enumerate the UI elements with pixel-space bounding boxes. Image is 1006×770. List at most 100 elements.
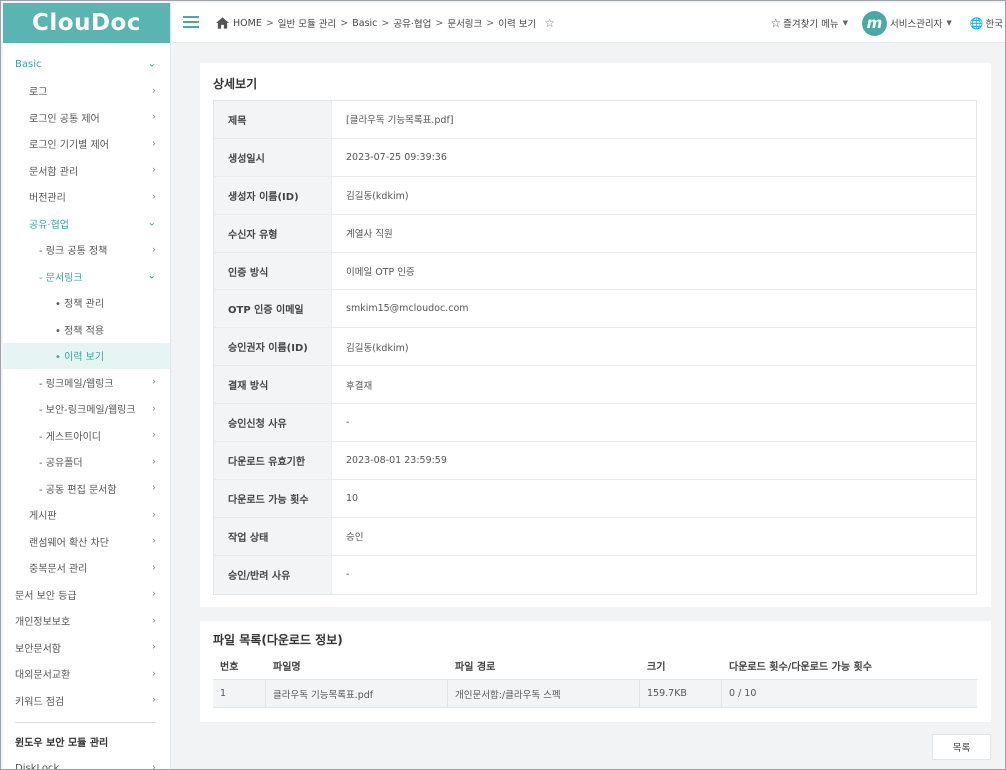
favorites-menu[interactable]: ☆ 즐겨찾기 메뉴 ▼ <box>770 16 848 30</box>
sidebar-item[interactable]: - 링크메일/웹링크 › <box>3 369 170 396</box>
list-button[interactable]: 목록 <box>932 734 991 760</box>
star-outline-icon: ☆ <box>770 16 782 30</box>
sidebar-item[interactable]: 랜섬웨어 확산 차단 › <box>3 528 170 555</box>
sidebar-item-label: - 공동 편집 문서함 <box>39 484 117 496</box>
sidebar-item[interactable]: - 문서링크 ⌄ <box>3 263 170 290</box>
table-cell: 클라우독 기능목록표.pdf <box>266 680 448 707</box>
sidebar-item[interactable]: Basic ⌄ <box>3 51 170 78</box>
home-icon[interactable] <box>216 17 229 29</box>
sidebar-item[interactable]: 로그인 기기별 제어 › <box>3 131 170 158</box>
chevron-right-icon: › <box>152 509 156 521</box>
detail-label: 생성자 이름(ID) <box>214 176 332 214</box>
sidebar-item-label: 중복문서 관리 <box>29 564 88 576</box>
sidebar-item-label: 문서함 관리 <box>29 166 79 178</box>
chevron-right-icon: › <box>152 482 156 494</box>
sidebar-item[interactable]: 중복문서 관리 › <box>3 555 170 582</box>
detail-label: 다운로드 유효기한 <box>214 442 332 479</box>
caret-down-icon: ▼ <box>842 19 848 27</box>
sidebar-item[interactable]: 버전관리 › <box>3 184 170 211</box>
sidebar-item[interactable]: 문서함 관리 › <box>3 157 170 184</box>
sidebar-item[interactable]: 문서 보안 등급 › <box>3 581 170 608</box>
chevron-right-icon: › <box>152 762 156 769</box>
sidebar-divider <box>15 721 156 723</box>
detail-row: 수신자 유형 계열사 직원 <box>214 214 976 253</box>
sidebar-item[interactable]: 보안문서함 › <box>3 634 170 661</box>
breadcrumb-item[interactable]: 일반 모듈 관리 <box>278 16 336 30</box>
chevron-right-icon: › <box>152 535 156 547</box>
sidebar-item[interactable]: DiskLock › <box>3 755 170 769</box>
sidebar-item-label: 랜섬웨어 확산 차단 <box>29 537 109 549</box>
sidebar-menu: Basic ⌄ 로그 › 로그인 공통 제어 › 로그인 기기별 제어 › 문서함 관리 › 버전관… <box>3 43 170 769</box>
files-table-header: 번호 파일명 파일 경로 크기 다운로드 횟수/다운로드 가능 횟수 <box>213 651 977 680</box>
detail-label: 승인/반려 사유 <box>214 555 332 594</box>
sidebar-item[interactable]: 대외문서교환 › <box>3 661 170 688</box>
sidebar-item-label: 대외문서교환 <box>15 670 71 682</box>
sidebar-item[interactable]: 공유·협업 ⌄ <box>3 210 170 237</box>
chevron-right-icon: › <box>152 85 156 97</box>
sidebar-item-label: - 보안-링크메일/웹링크 <box>39 405 136 417</box>
chevron-down-icon: ⌄ <box>147 58 156 70</box>
detail-value: 2023-08-01 23:59:59 <box>346 454 447 466</box>
language-label: 한국 <box>985 19 1003 30</box>
app-frame: ClouDoc Basic ⌄ 로그 › 로그인 공통 제어 › 로그인 기기별 제어 › 문서… <box>0 0 1006 770</box>
sidebar-section-title: 윈도우 보안 모듈 관리 <box>15 738 109 750</box>
detail-value: 김길동(kdkim) <box>346 191 409 203</box>
column-header: 다운로드 횟수/다운로드 가능 횟수 <box>729 661 872 673</box>
sidebar-item[interactable]: 키워드 점검 › <box>3 687 170 714</box>
detail-row: 생성일시 2023-07-25 09:39:36 <box>214 138 976 177</box>
sidebar-item[interactable]: - 보안-링크메일/웹링크 › <box>3 396 170 423</box>
sidebar-item-label: - 링크 공통 정책 <box>39 246 108 258</box>
sidebar-item[interactable]: • 이력 보기 <box>3 342 170 369</box>
files-panel: 파일 목록(다운로드 정보) 번호 파일명 파일 경로 크기 다운로드 횟수/다운로드 … <box>200 621 991 722</box>
sidebar-item[interactable]: - 게스트아이디 › <box>3 422 170 449</box>
language-selector[interactable]: 🌐 한국 <box>970 16 1003 31</box>
sidebar-item[interactable]: 게시판 › <box>3 502 170 529</box>
favorites-label: 즐겨찾기 메뉴 <box>783 19 839 30</box>
detail-value: - <box>346 569 350 581</box>
bookmark-star-icon[interactable]: ☆ <box>544 16 555 30</box>
sidebar-item[interactable]: 로그인 공통 제어 › <box>3 104 170 131</box>
sidebar-item-label: - 게스트아이디 <box>39 431 101 443</box>
sidebar-item-label: 게시판 <box>29 511 57 523</box>
breadcrumb-item[interactable]: HOME <box>233 18 262 29</box>
sidebar-item[interactable]: 개인정보보호 › <box>3 608 170 635</box>
detail-label: 작업 상태 <box>214 517 332 555</box>
user-menu[interactable]: m 서비스관리자 ▼ <box>861 10 952 36</box>
breadcrumb-item[interactable]: Basic <box>352 18 377 29</box>
app-logo[interactable]: ClouDoc <box>3 3 170 43</box>
avatar: m <box>861 10 887 36</box>
detail-value: 10 <box>346 492 359 504</box>
detail-row: 인증 방식 이메일 OTP 인증 <box>214 252 976 291</box>
breadcrumb-item[interactable]: 문서링크 <box>447 16 482 30</box>
detail-value: 이메일 OTP 인증 <box>346 267 415 278</box>
detail-value: smkim15@mcloudoc.com <box>346 303 469 315</box>
sidebar-item-label: • 정책 관리 <box>55 299 105 311</box>
breadcrumb: HOME > 일반 모듈 관리 > Basic > 공유·협업 > 문서링크 > 이력 보기 ☆ <box>216 3 555 43</box>
detail-panel: 상세보기 제목 [클라우독 기능목록표.pdf] 생성일시 2023-07-25 09… <box>200 63 991 607</box>
chevron-right-icon: › <box>152 694 156 706</box>
chevron-right-icon: › <box>152 456 156 468</box>
breadcrumb-item[interactable]: 공유·협업 <box>393 16 431 30</box>
sidebar-item[interactable]: • 정책 관리 <box>3 290 170 317</box>
sidebar-item-label: - 문서링크 <box>39 272 83 284</box>
detail-row: 결재 방식 후결재 <box>214 366 976 405</box>
table-row: 1 클라우독 기능목록표.pdf 개인문서함:/클라우독 스펙 159.7KB 0 / … <box>213 680 977 708</box>
sidebar-item[interactable]: - 공동 편집 문서함 › <box>3 475 170 502</box>
detail-row: OTP 인증 이메일 smkim15@mcloudoc.com <box>214 290 976 329</box>
sidebar-item-label: 로그인 기기별 제어 <box>29 140 109 152</box>
topbar: HOME > 일반 모듈 관리 > Basic > 공유·협업 > 문서링크 > 이력 보기 ☆ ☆ … <box>172 3 1005 43</box>
sidebar-item[interactable]: - 링크 공통 정책 › <box>3 237 170 264</box>
detail-value: [클라우독 기능목록표.pdf] <box>346 115 454 127</box>
breadcrumb-item: 이력 보기 <box>498 19 537 30</box>
menu-toggle-icon[interactable] <box>183 16 199 28</box>
sidebar-item[interactable]: • 정책 적용 <box>3 316 170 343</box>
sidebar-item[interactable]: 로그 › <box>3 78 170 105</box>
detail-title: 상세보기 <box>213 77 258 91</box>
chevron-right-icon: › <box>152 403 156 415</box>
files-table: 번호 파일명 파일 경로 크기 다운로드 횟수/다운로드 가능 횟수 1 클라우독 기능목… <box>213 651 977 708</box>
user-name: 서비스관리자 <box>889 19 943 30</box>
detail-row: 승인/반려 사유 - <box>214 555 976 594</box>
breadcrumb-separator: > <box>265 17 274 29</box>
sidebar-item-label: 버전관리 <box>29 193 66 205</box>
sidebar-item[interactable]: - 공유폴더 › <box>3 449 170 476</box>
